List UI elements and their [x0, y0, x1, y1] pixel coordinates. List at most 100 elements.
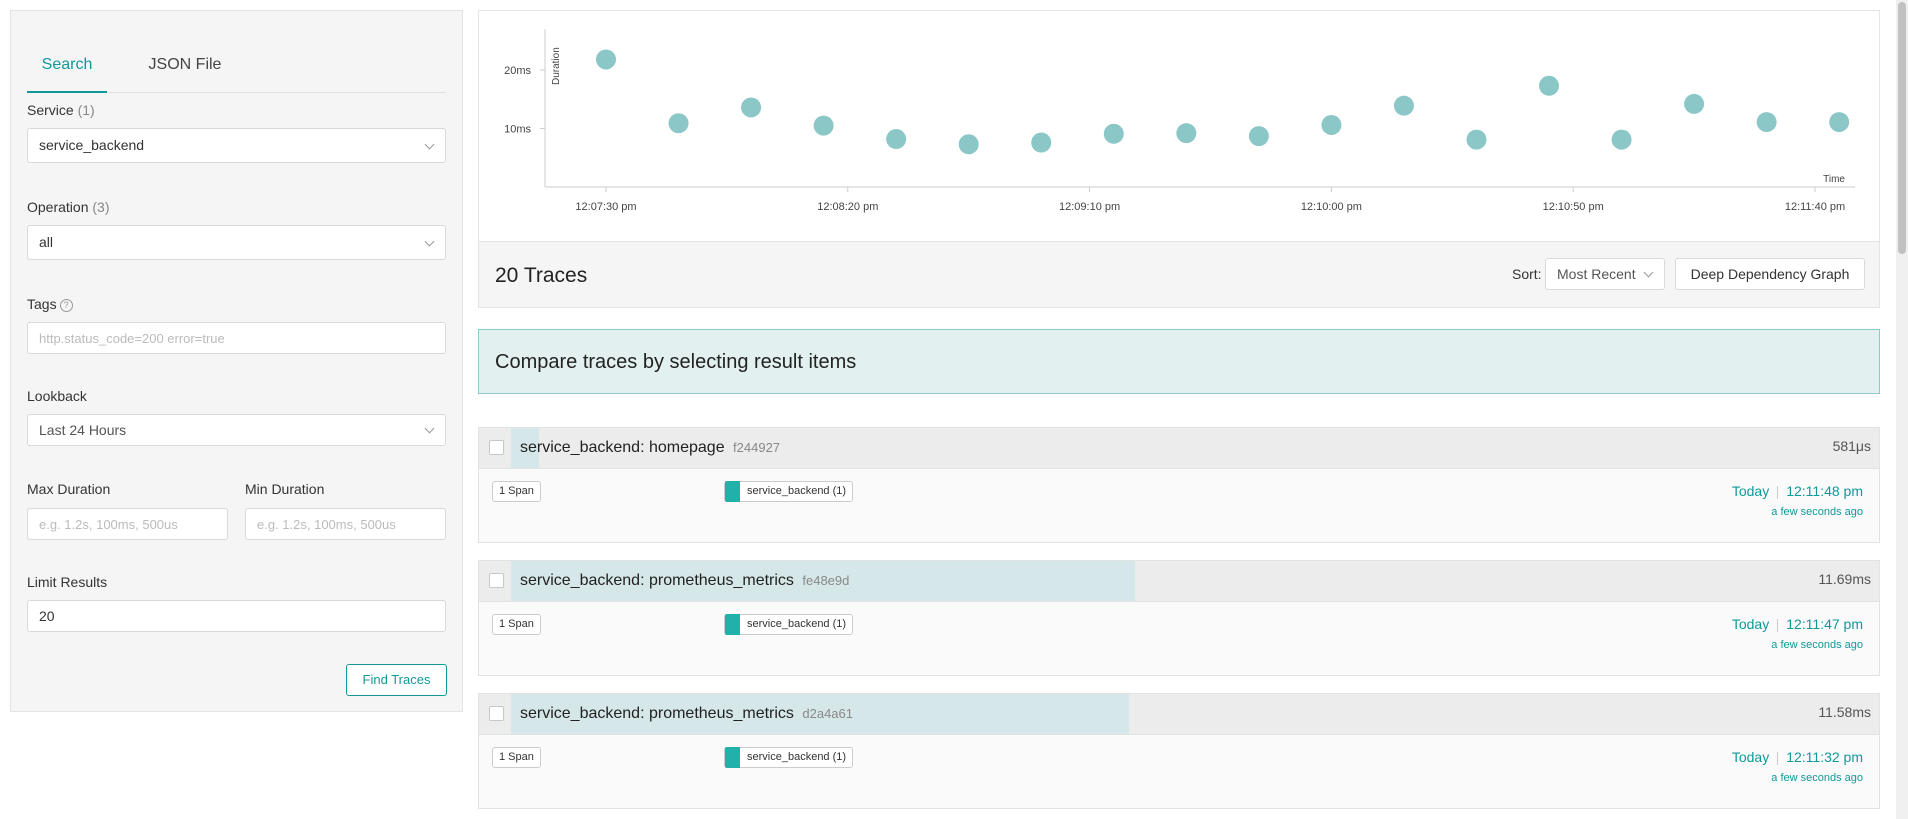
min-duration-label: Min Duration: [245, 481, 325, 497]
trace-point: [1466, 129, 1487, 150]
min-duration-input[interactable]: [245, 508, 446, 540]
trace-title[interactable]: service_backend: prometheus_metrics fe48…: [520, 572, 849, 590]
trace-point: [958, 134, 979, 155]
sort-select[interactable]: Most Recent: [1545, 258, 1665, 290]
divider: [1777, 485, 1779, 499]
results-header: 20 Traces Sort: Most Recent Deep Depende…: [478, 242, 1880, 308]
find-traces-button[interactable]: Find Traces: [346, 664, 447, 696]
trace-point: [596, 49, 616, 70]
x-tick-label: 12:10:00 pm: [1301, 201, 1362, 213]
trace-point: [1176, 123, 1197, 144]
max-duration-label: Max Duration: [27, 481, 111, 497]
tab-json-file[interactable]: JSON File: [135, 37, 235, 93]
sort-value: Most Recent: [1557, 266, 1636, 282]
operation-value: all: [39, 234, 54, 250]
operation-label: Operation (3): [27, 199, 110, 215]
y-axis-label: Duration: [551, 47, 562, 85]
limit-results-input[interactable]: [27, 600, 446, 632]
compare-text: Compare traces by selecting result items: [495, 351, 857, 373]
service-tag-label: service_backend (1): [747, 751, 847, 763]
operation-count: (3): [92, 199, 110, 215]
trace-service: service_backend:: [520, 572, 645, 589]
trace-title[interactable]: service_backend: prometheus_metrics d2a4…: [520, 705, 853, 723]
trace-select-checkbox[interactable]: [489, 573, 504, 588]
trace-duration: 11.69ms: [1818, 571, 1871, 587]
trace-point: [1611, 129, 1632, 150]
chevron-down-icon: [424, 139, 435, 150]
trace-point: [1103, 123, 1124, 144]
trace-duration: 11.58ms: [1818, 704, 1871, 720]
tags-label: Tags?: [27, 296, 73, 312]
chevron-down-icon: [424, 236, 435, 247]
trace-point: [886, 129, 907, 150]
service-label: Service (1): [27, 102, 95, 118]
trace-operation: prometheus_metrics: [648, 572, 794, 589]
service-tag: service_backend (1): [724, 614, 854, 635]
trace-service: service_backend:: [520, 439, 645, 456]
trace-point: [1031, 132, 1052, 153]
trace-point: [1248, 126, 1269, 147]
y-tick-label: 10ms: [504, 124, 531, 136]
trace-start-time: Today 12:11:47 pm: [1732, 616, 1863, 632]
divider: [1777, 618, 1779, 632]
service-label-text: Service: [27, 102, 74, 118]
trace-point: [1539, 75, 1560, 96]
service-color-swatch: [725, 747, 740, 768]
trace-header[interactable]: service_backend: prometheus_metrics fe48…: [479, 561, 1879, 602]
trace-point: [1393, 95, 1414, 116]
trace-item[interactable]: service_backend: homepage f244927 581μs …: [478, 427, 1880, 543]
trace-operation: prometheus_metrics: [648, 705, 794, 722]
search-tabs: Search JSON File: [27, 37, 446, 93]
limit-results-label: Limit Results: [27, 574, 108, 590]
trace-operation: homepage: [648, 439, 725, 456]
trace-point: [1756, 112, 1777, 133]
lookback-label: Lookback: [27, 388, 87, 404]
service-tag-label: service_backend (1): [747, 618, 847, 630]
trace-point: [1829, 112, 1850, 133]
service-count: (1): [77, 102, 95, 118]
trace-id: f244927: [733, 440, 781, 455]
tags-input[interactable]: [27, 322, 446, 354]
trace-header[interactable]: service_backend: homepage f244927 581μs: [479, 428, 1879, 469]
trace-start-time: Today 12:11:48 pm: [1732, 483, 1863, 499]
y-tick-label: 20ms: [504, 65, 531, 77]
trace-title[interactable]: service_backend: homepage f244927: [520, 439, 780, 457]
trace-relative-time: a few seconds ago: [1771, 772, 1863, 784]
service-select[interactable]: service_backend: [27, 128, 446, 163]
trace-header[interactable]: service_backend: prometheus_metrics d2a4…: [479, 694, 1879, 735]
trace-relative-time: a few seconds ago: [1771, 506, 1863, 518]
traces-count-title: 20 Traces: [495, 264, 588, 287]
x-tick-label: 12:08:20 pm: [817, 201, 878, 213]
chevron-down-icon: [1643, 267, 1654, 278]
x-tick-label: 12:07:30 pm: [575, 201, 636, 213]
scatter-svg: 10ms 20ms 12:07:30 pm 12:08:20 pm 12:09:10 p…: [504, 29, 1855, 213]
operation-label-text: Operation: [27, 199, 89, 215]
span-count-badge: 1 Span: [492, 614, 541, 635]
trace-time: 12:11:32 pm: [1786, 749, 1863, 765]
trace-select-checkbox[interactable]: [489, 706, 504, 721]
operation-select[interactable]: all: [27, 225, 446, 260]
x-axis-label: Time: [1823, 174, 1845, 185]
tab-search[interactable]: Search: [27, 37, 107, 93]
trace-date: Today: [1731, 483, 1770, 499]
lookback-select[interactable]: Last 24 Hours: [27, 414, 446, 446]
service-tag-label: service_backend (1): [747, 485, 847, 497]
trace-id: d2a4a61: [802, 706, 853, 721]
chevron-down-icon: [424, 423, 435, 434]
trace-point: [813, 115, 834, 136]
max-duration-input[interactable]: [27, 508, 228, 540]
trace-select-checkbox[interactable]: [489, 440, 504, 455]
lookback-value: Last 24 Hours: [39, 422, 127, 438]
x-tick-label: 12:10:50 pm: [1543, 201, 1604, 213]
trace-item[interactable]: service_backend: prometheus_metrics d2a4…: [478, 693, 1880, 809]
help-icon[interactable]: ?: [59, 298, 73, 312]
span-count-badge: 1 Span: [492, 481, 541, 502]
compare-banner: Compare traces by selecting result items: [478, 329, 1880, 394]
scrollbar-thumb[interactable]: [1898, 2, 1906, 254]
deep-dependency-graph-button[interactable]: Deep Dependency Graph: [1675, 258, 1865, 290]
sort-label: Sort:: [1512, 266, 1542, 282]
trace-id: fe48e9d: [802, 573, 850, 588]
trace-item[interactable]: service_backend: prometheus_metrics fe48…: [478, 560, 1880, 676]
trace-time: 12:11:47 pm: [1786, 616, 1863, 632]
service-tag: service_backend (1): [724, 747, 854, 768]
